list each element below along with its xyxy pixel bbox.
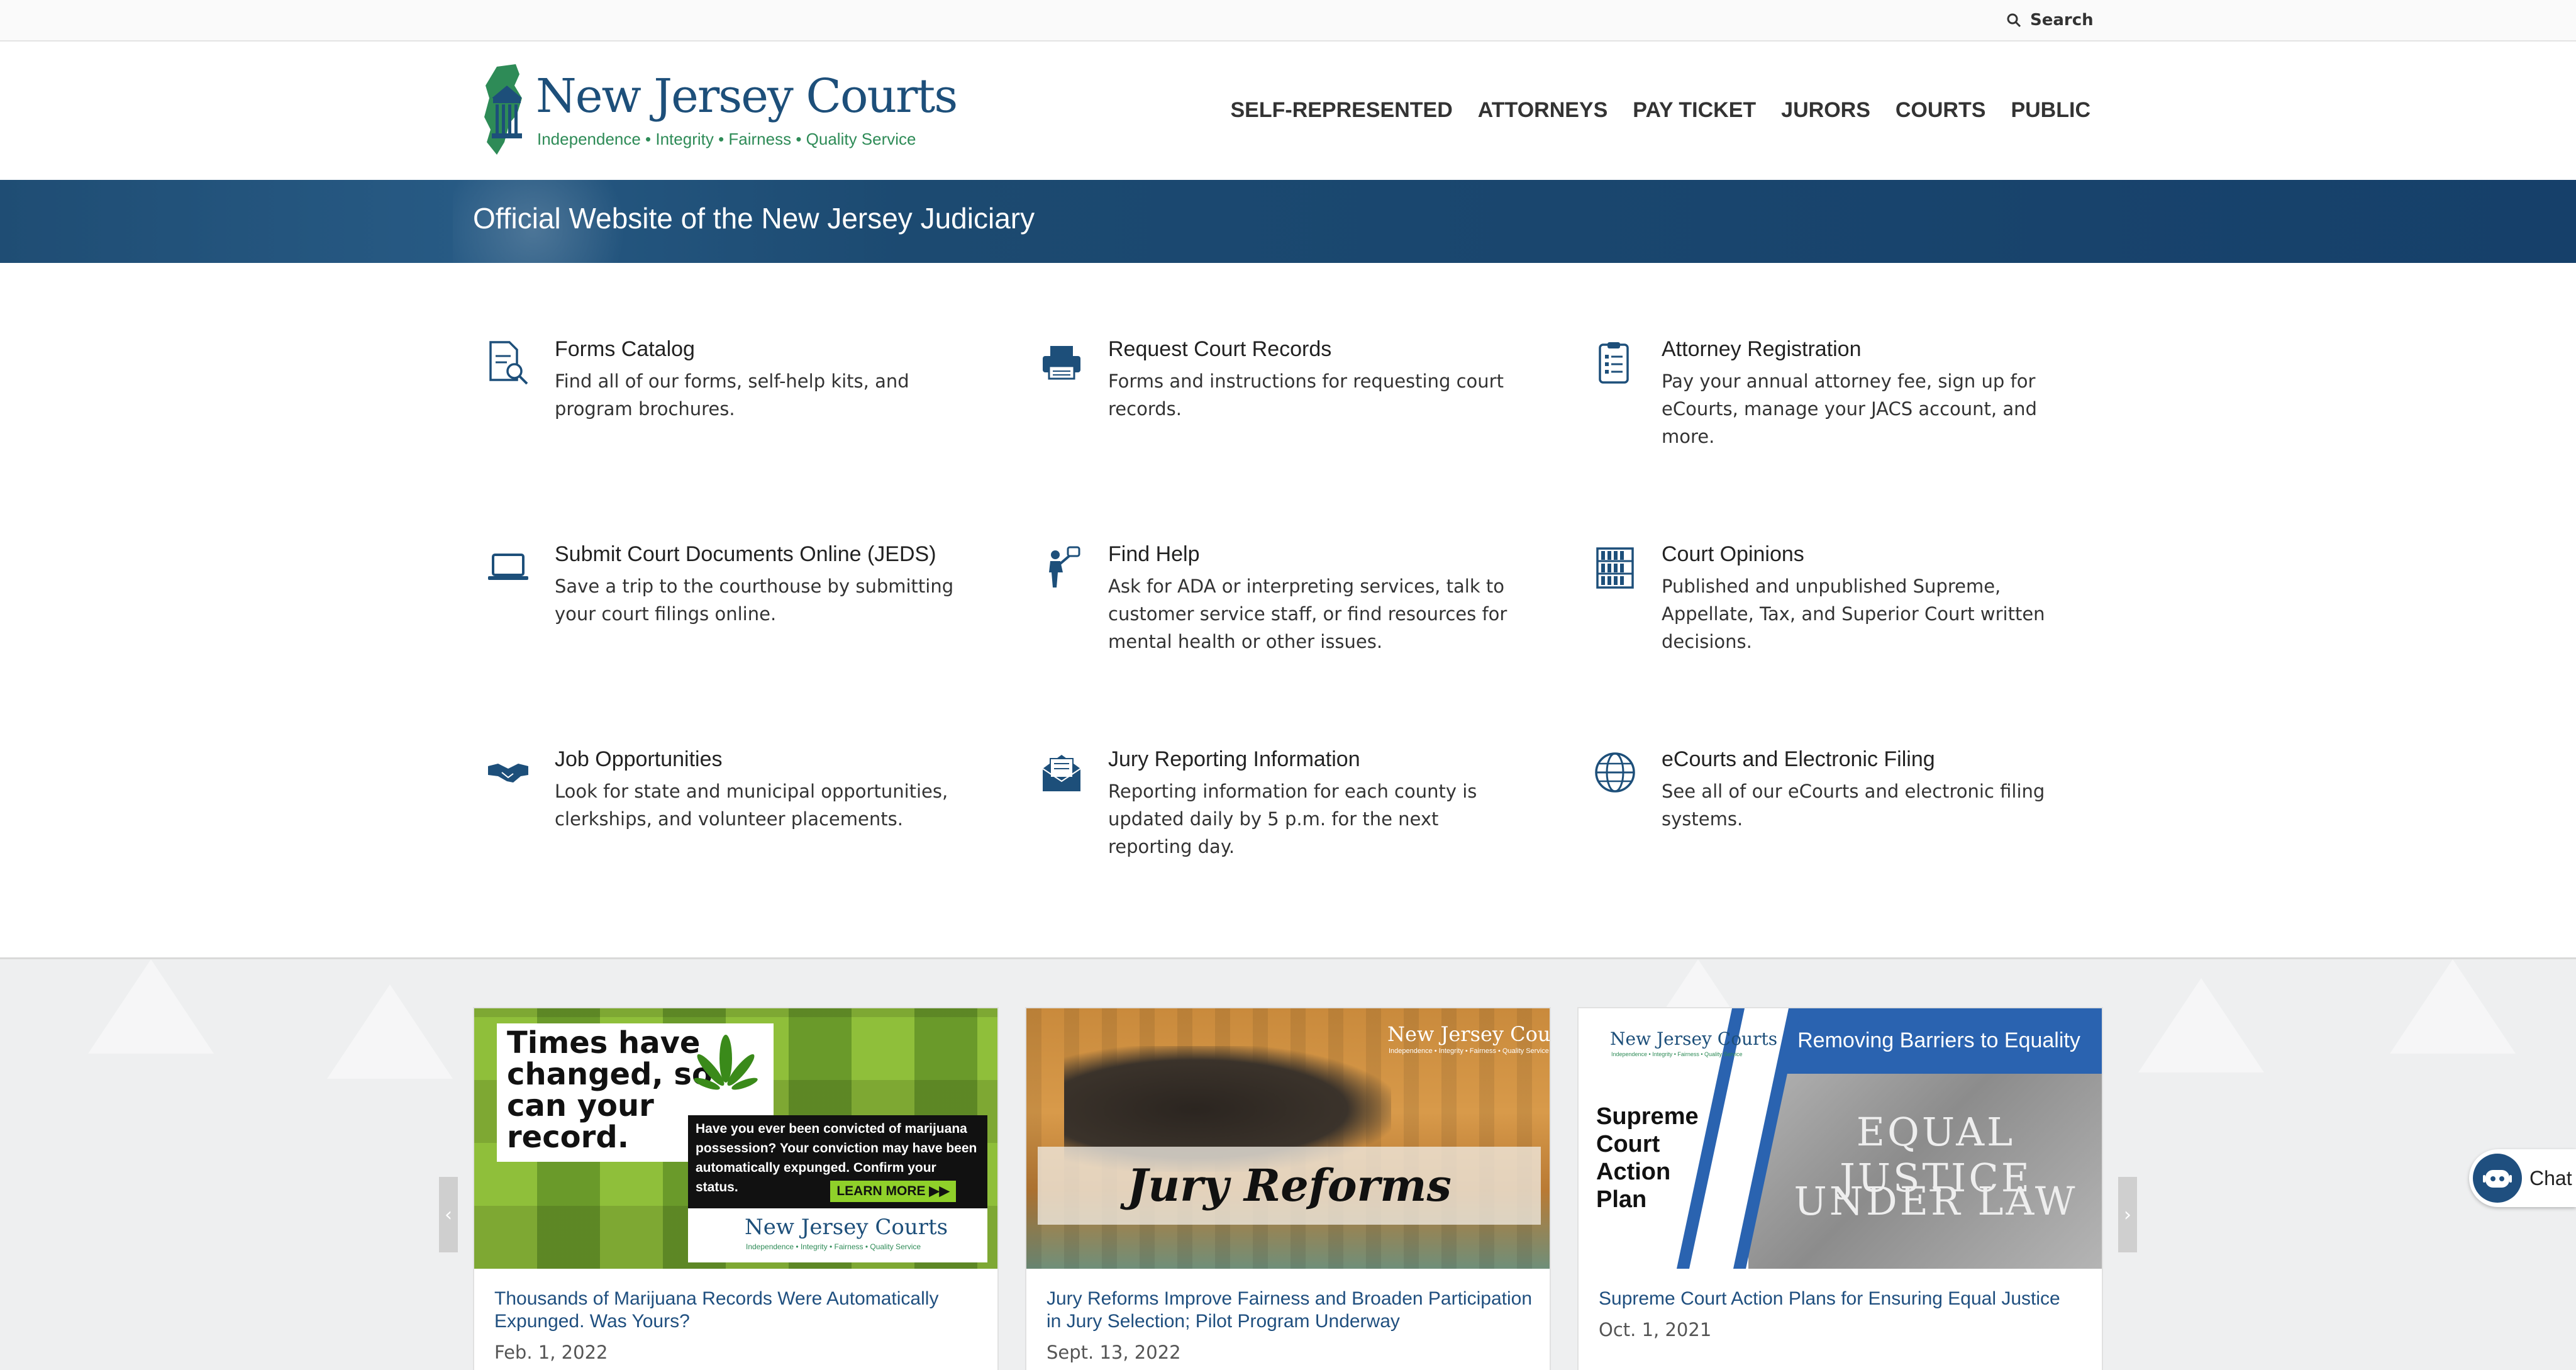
news-card-marijuana[interactable]: Times have changed, so can your record. … [473,1007,999,1370]
chevron-left-icon: ‹ [445,1203,452,1226]
nav-attorneys[interactable]: ATTORNEYS [1478,98,1608,123]
service-title: Court Opinions [1662,542,1804,566]
utility-bar: Search [0,0,2576,42]
bg-triangle [2390,959,2516,1054]
nav-jurors[interactable]: JURORS [1781,98,1870,123]
news-image-marijuana: Times have changed, so can your record. … [474,1008,997,1269]
laptop-icon [488,554,528,580]
service-title: Jury Reporting Information [1108,747,1360,771]
news-image-tagline: Independence • Integrity • Fairness • Qu… [1389,1047,1549,1055]
service-title: Forms Catalog [555,337,695,361]
service-title: Attorney Registration [1662,337,1862,361]
logo-tagline: Independence • Integrity • Fairness • Qu… [537,130,916,148]
news-title[interactable]: Supreme Court Action Plans for Ensuring … [1599,1288,2089,1310]
hero-banner: Official Website of the New Jersey Judic… [0,180,2576,263]
envelope-letter-icon [1042,755,1081,791]
page-title: Official Website of the New Jersey Judic… [473,202,1035,235]
bg-triangle [88,959,214,1054]
service-description: Save a trip to the courthouse by submitt… [555,576,954,625]
globe-icon [1595,752,1635,793]
nav-self-represented[interactable]: SELF-REPRESENTED [1230,98,1452,123]
service-description: Find all of our forms, self-help kits, a… [555,370,909,420]
news-image-logo: New Jersey Courts [745,1215,948,1240]
nav-courts[interactable]: COURTS [1896,98,1986,123]
site-header: New Jersey Courts Independence • Integri… [0,42,2576,180]
carousel-prev-button[interactable]: ‹ [439,1177,458,1252]
service-description: Reporting information for each county is… [1108,781,1477,857]
printer-icon [1043,346,1080,380]
news-image-banner: Removing Barriers to Equality [1797,1028,2080,1052]
search-link[interactable]: Search [2006,8,2094,33]
nav-pay-ticket[interactable]: PAY TICKET [1633,98,1756,123]
service-title: Submit Court Documents Online (JEDS) [555,542,936,566]
cannabis-leaf-icon [694,1035,758,1090]
site-logo[interactable]: New Jersey Courts Independence • Integri… [478,60,958,161]
service-description: Forms and instructions for requesting co… [1108,370,1504,420]
logo-text: New Jersey Courts [536,69,958,123]
news-image-side-text: Supreme Court Action Plan [1596,1103,1699,1213]
bg-triangle [2138,978,2264,1072]
news-image-jury: Jury Reforms New Jersey Courts Independe… [1026,1008,1551,1269]
service-title: Request Court Records [1108,337,1332,361]
news-image-tagline: Independence • Integrity • Fairness • Qu… [1611,1051,1743,1057]
news-image-caption: Jury Reforms [1127,1159,1452,1211]
news-image-equal-justice: Removing Barriers to Equality Supreme Co… [1579,1008,2102,1269]
clipboard-icon [1599,342,1629,384]
search-icon [2007,13,2021,28]
news-card-equal-justice[interactable]: Removing Barriers to Equality Supreme Co… [1577,1007,2103,1370]
chatbot-icon [2473,1154,2522,1203]
person-help-icon [1049,546,1080,588]
news-carousel: ‹ › Times have changed, so can your reco… [0,957,2576,1370]
news-image-engraving-2: UNDER LAW [1794,1178,2078,1224]
bookshelf-icon [1596,547,1634,589]
chat-label: Chat [2529,1166,2572,1189]
news-image-tagline: Independence • Integrity • Fairness • Qu… [746,1242,921,1251]
service-description: See all of our eCourts and electronic fi… [1662,781,2045,830]
service-description: Ask for ADA or interpreting services, ta… [1108,576,1507,652]
service-description: Published and unpublished Supreme, Appel… [1662,576,2045,652]
news-image-logo: New Jersey Courts [1610,1028,1778,1049]
search-label: Search [2030,11,2094,30]
handshake-icon [488,764,528,782]
document-search-icon [489,341,528,385]
main-nav: SELF-REPRESENTED ATTORNEYS PAY TICKET JU… [1230,98,2090,123]
news-date: Feb. 1, 2022 [494,1342,608,1363]
news-image-logo: New Jersey Courts [1387,1022,1551,1046]
news-title[interactable]: Thousands of Marijuana Records Were Auto… [494,1288,985,1333]
bg-triangle [327,984,453,1079]
news-date: Oct. 1, 2021 [1599,1319,1712,1340]
nj-courthouse-logo-icon [484,64,522,155]
carousel-next-button[interactable]: › [2118,1177,2137,1252]
news-title[interactable]: Jury Reforms Improve Fairness and Broade… [1046,1288,1537,1333]
service-title: Find Help [1108,542,1200,566]
chevron-right-icon: › [2124,1203,2131,1226]
news-card-jury-reforms[interactable]: Jury Reforms New Jersey Courts Independe… [1025,1007,1551,1370]
service-title: eCourts and Electronic Filing [1662,747,1935,771]
news-image-cta: LEARN MORE ▶▶ [830,1181,956,1202]
service-title: Job Opportunities [555,747,723,771]
service-description: Look for state and municipal opportuniti… [555,781,948,830]
chat-button[interactable]: Chat [2469,1149,2576,1207]
nav-public[interactable]: PUBLIC [2011,98,2090,123]
service-description: Pay your annual attorney fee, sign up fo… [1662,370,2037,447]
news-date: Sept. 13, 2022 [1046,1342,1181,1363]
